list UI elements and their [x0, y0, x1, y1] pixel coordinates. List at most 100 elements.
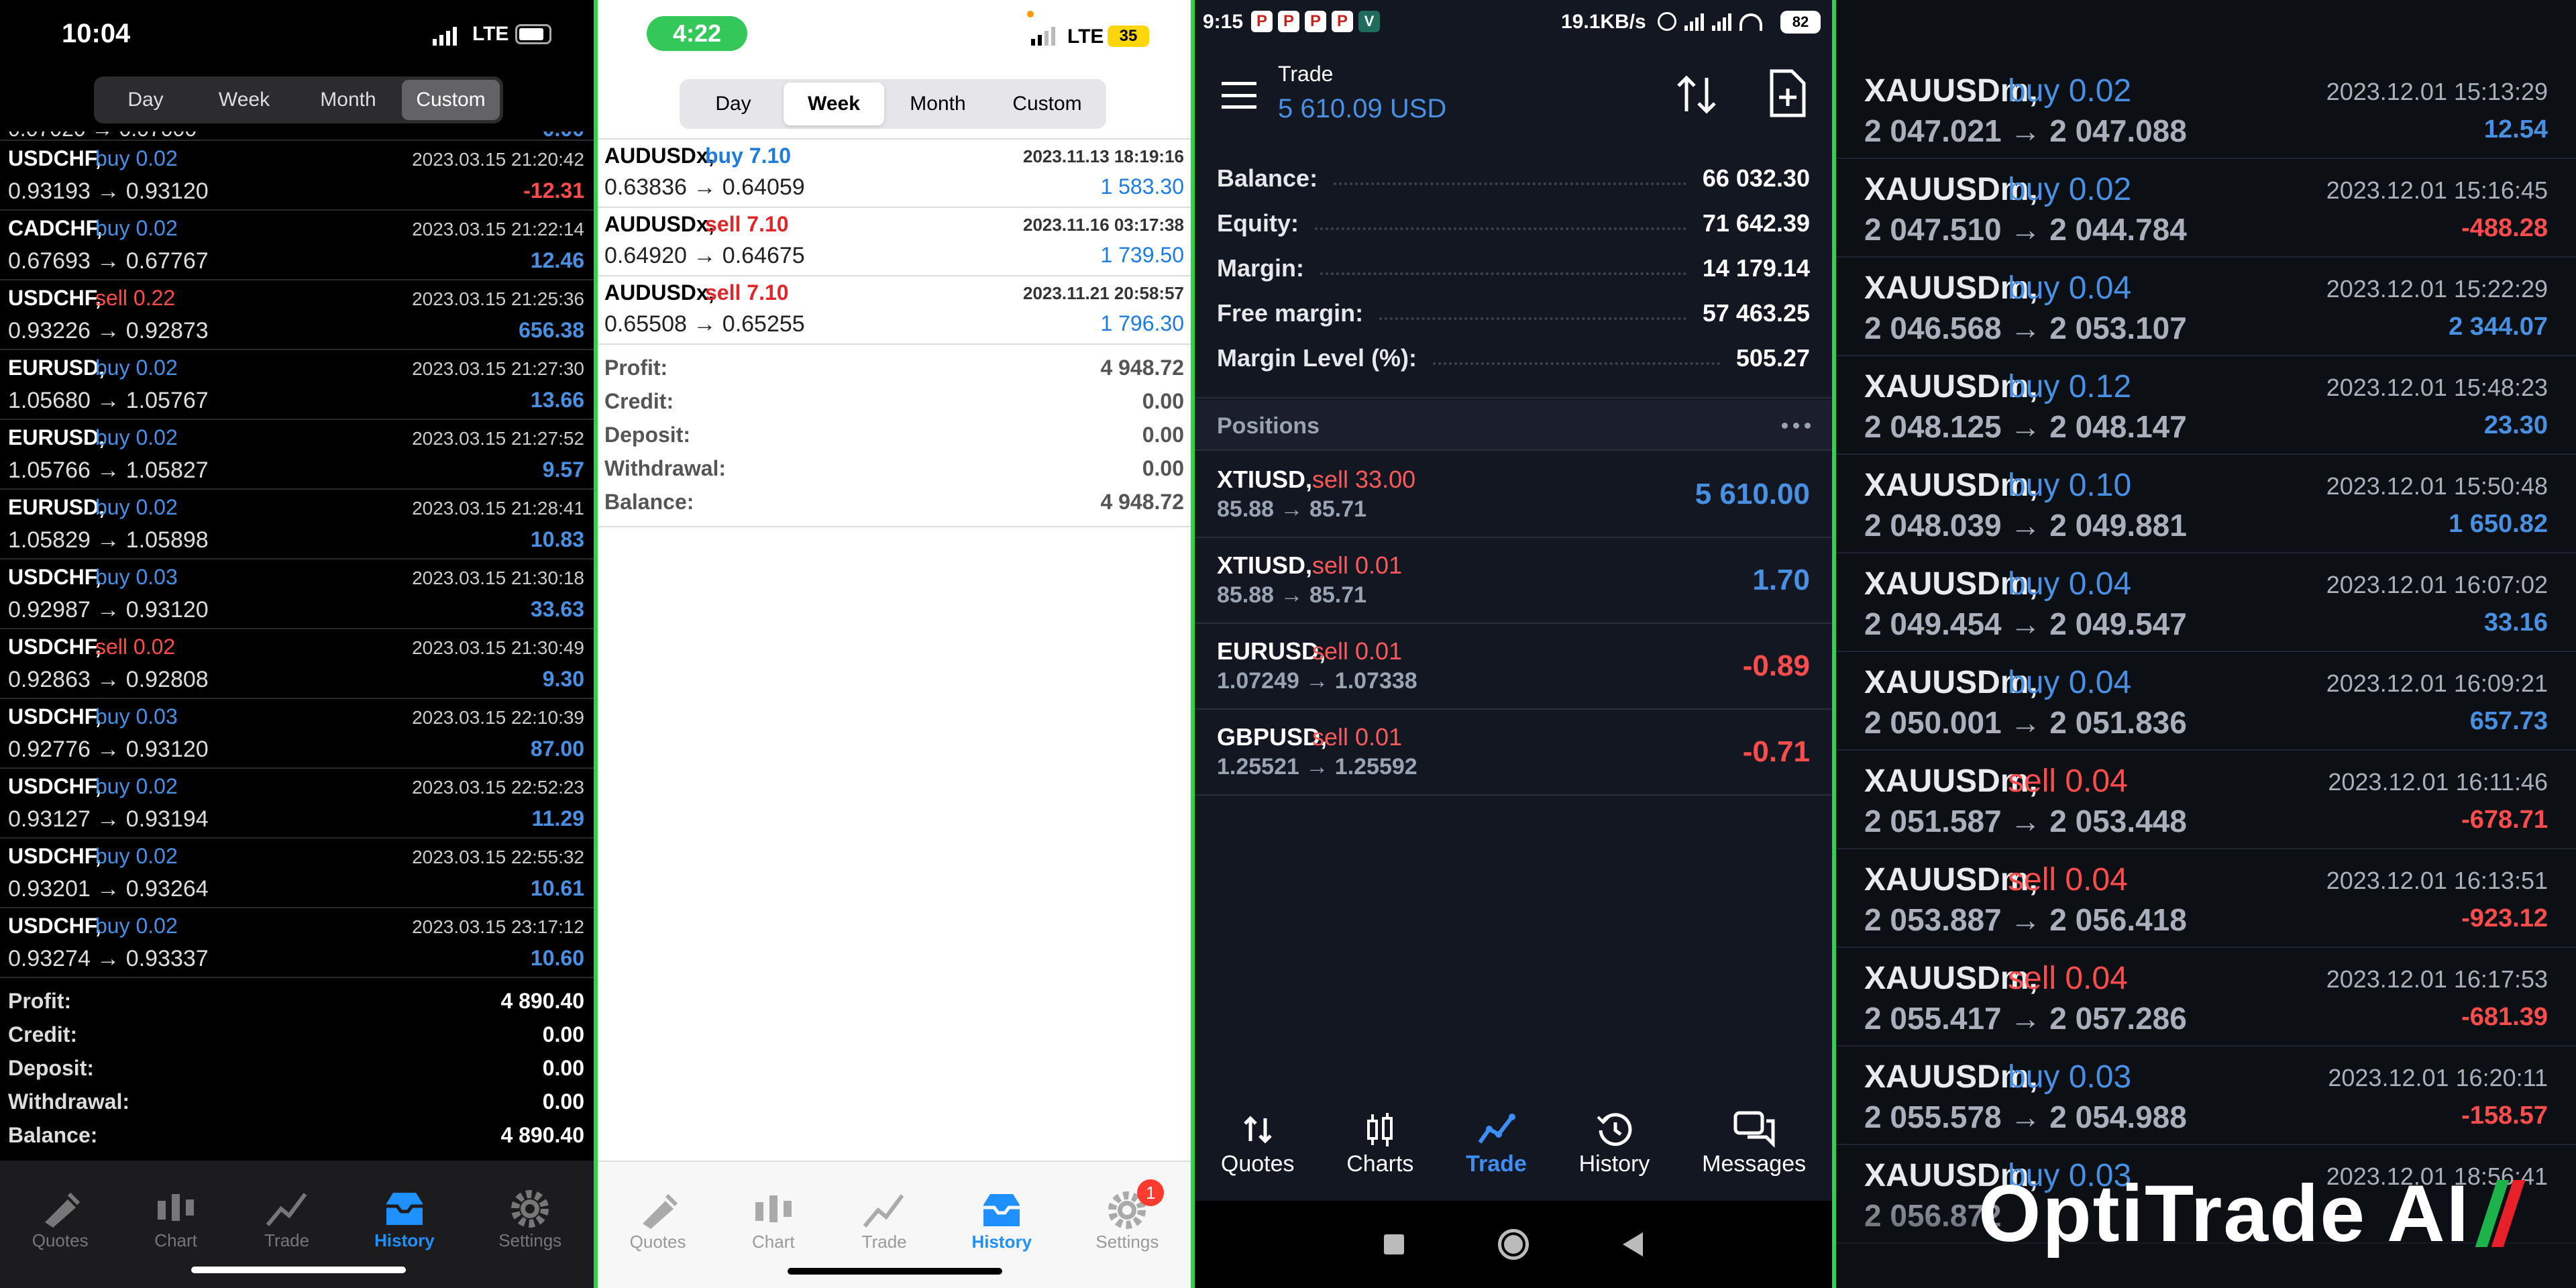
tab-label: Trade: [264, 1230, 310, 1250]
home-button[interactable]: [1498, 1229, 1529, 1260]
bottom-navigation: Quotes Charts Trade History Messages: [1195, 1100, 1832, 1201]
trade-profit: 657.73: [2469, 707, 2548, 735]
segment-month[interactable]: Month: [884, 83, 991, 125]
tab-label: Quotes: [629, 1232, 686, 1252]
trade-row[interactable]: AUDUSDx, sell 7.10 2023.11.21 20:58:57 0.65…: [598, 276, 1191, 345]
tab-messages[interactable]: Messages: [1702, 1108, 1806, 1177]
summary-value: 4 890.40: [500, 1123, 584, 1147]
trade-row[interactable]: USDCHF, buy 0.02 2023.03.15 22:52:23 0.9312…: [0, 769, 594, 839]
trade-row[interactable]: CADCHF, buy 0.02 2023.03.15 21:22:14 0.6769…: [0, 211, 594, 280]
trade-row[interactable]: XAUUSDm, sell 0.04 2023.12.01 16:13:51 2 05…: [1836, 849, 2576, 948]
new-order-icon[interactable]: [1766, 68, 1809, 121]
trade-time: 2023.03.15 23:17:12: [412, 916, 584, 937]
trade-time: 2023.03.15 21:27:52: [412, 428, 584, 449]
position-row[interactable]: GBPUSD, sell 0.01 1.25521 → 1.25592 -0.71: [1195, 710, 1832, 796]
trade-row[interactable]: XAUUSDm, buy 0.04 2023.12.01 16:09:21 2 050…: [1836, 652, 2576, 751]
summary-row: Withdrawal: 0.00: [8, 1084, 584, 1118]
trade-row[interactable]: XAUUSDm, sell 0.04 2023.12.01 16:11:46 2 05…: [1836, 751, 2576, 849]
position-row[interactable]: EURUSD, sell 0.01 1.07249 → 1.07338 -0.89: [1195, 624, 1832, 710]
tab-trade[interactable]: Trade: [264, 1187, 311, 1251]
trade-row[interactable]: EURUSD, buy 0.02 2023.03.15 21:27:52 1.0576…: [0, 420, 594, 490]
trade-time: 2023.11.16 03:17:38: [1023, 215, 1184, 235]
trade-row[interactable]: USDCHF, buy 0.02 2023.03.15 21:20:42 0.9319…: [0, 141, 594, 211]
tab-history[interactable]: History: [1579, 1108, 1650, 1177]
trade-row[interactable]: XAUUSDm, buy 0.02 2023.12.01 15:13:29 2 047…: [1836, 60, 2576, 159]
trade-row[interactable]: AUDUSDx, sell 7.10 2023.11.16 03:17:38 0.64…: [598, 208, 1191, 276]
trade-row[interactable]: USDCHF, buy 0.03 2023.03.15 22:10:39 0.9277…: [0, 699, 594, 769]
tab-quotes[interactable]: Quotes: [630, 1189, 686, 1252]
trade-row[interactable]: XAUUSDm, buy 0.10 2023.12.01 15:50:48 2 048…: [1836, 455, 2576, 553]
trade-time: 2023.03.15 21:27:30: [412, 358, 584, 379]
segment-week[interactable]: Week: [194, 80, 294, 120]
trade-side: sell 0.04: [2008, 961, 2128, 996]
tab-label: Quotes: [1220, 1151, 1295, 1177]
trade-row[interactable]: XAUUSDm, buy 0.12 2023.12.01 15:48:23 2 048…: [1836, 356, 2576, 455]
tab-settings[interactable]: Settings: [498, 1187, 561, 1251]
trade-time: 2023.12.01 15:16:45: [2326, 176, 2548, 204]
position-prices: 1.07249 → 1.07338: [1217, 668, 1417, 694]
trade-prices: 2 047.021 → 2 047.088: [1864, 113, 2187, 148]
summary-value: 0.00: [542, 1022, 584, 1046]
back-button[interactable]: [1623, 1232, 1643, 1256]
trade-row[interactable]: USDCHF, buy 0.02 2023.03.15 23:17:12 0.9327…: [0, 908, 594, 978]
trade-row[interactable]: XAUUSDm, buy 0.04 2023.12.01 16:07:02 2 049…: [1836, 553, 2576, 652]
summary-label: Credit:: [8, 1022, 78, 1046]
tab-charts[interactable]: Charts: [1346, 1108, 1413, 1177]
segment-day[interactable]: Day: [683, 83, 784, 125]
trade-row[interactable]: AUDUSDx, buy 7.10 2023.11.13 18:19:16 0.638…: [598, 140, 1191, 208]
position-row[interactable]: XTIUSD, sell 33.00 85.88 → 85.71 5 610.00: [1195, 452, 1832, 538]
position-profit: -0.71: [1742, 735, 1810, 768]
position-prices: 1.25521 → 1.25592: [1217, 754, 1417, 780]
trade-prices: 0.93127 → 0.93194: [8, 806, 209, 832]
tab-chart[interactable]: Chart: [152, 1187, 199, 1251]
trade-symbol: EURUSD,: [8, 356, 105, 380]
notification-badge: 1: [1137, 1179, 1165, 1206]
trade-row[interactable]: XAUUSDm, sell 0.04 2023.12.01 16:17:53 2 05…: [1836, 948, 2576, 1046]
tab-history[interactable]: History: [374, 1187, 435, 1251]
dotted-leader: [1320, 272, 1686, 275]
trade-profit: 10.60: [530, 946, 584, 970]
trade-row[interactable]: USDCHF, sell 0.02 2023.03.15 21:30:49 0.928…: [0, 629, 594, 699]
net-speed: 19.1KB/s: [1561, 11, 1646, 33]
tab-quotes[interactable]: Quotes: [1221, 1108, 1295, 1177]
divider: [1195, 397, 1832, 398]
account-value: 505.27: [1735, 344, 1810, 372]
tab-trade[interactable]: Trade: [1466, 1108, 1527, 1177]
sort-icon[interactable]: [1673, 71, 1720, 121]
list-item-partial[interactable]: 0.07020 → 0.07000 0.00: [0, 131, 594, 141]
tab-chart[interactable]: Chart: [750, 1189, 797, 1252]
segment-day[interactable]: Day: [97, 80, 194, 120]
trade-side: buy 0.02: [95, 425, 178, 449]
trade-row[interactable]: USDCHF, sell 0.22 2023.03.15 21:25:36 0.932…: [0, 280, 594, 350]
trade-row[interactable]: EURUSD, buy 0.02 2023.03.15 21:27:30 1.0568…: [0, 350, 594, 420]
trade-row[interactable]: XAUUSDm, buy 0.03 2023.12.01 16:20:11 2 055…: [1836, 1046, 2576, 1145]
trade-side: buy 0.04: [2008, 665, 2132, 700]
segment-custom[interactable]: Custom: [991, 83, 1103, 125]
segment-custom[interactable]: Custom: [402, 80, 500, 120]
history-screen-dark: 10:04 LTE Day Week Month Custom 0.07020 …: [0, 0, 594, 1288]
dotted-leader: [1379, 317, 1686, 320]
position-row[interactable]: XTIUSD, sell 0.01 85.88 → 85.71 1.70: [1195, 538, 1832, 624]
trade-list: 0.07020 → 0.07000 0.00 USDCHF,buy 0.0220…: [0, 131, 594, 983]
segment-month[interactable]: Month: [294, 80, 402, 120]
tab-label: History: [1578, 1151, 1650, 1177]
tab-settings[interactable]: Settings 1: [1095, 1179, 1165, 1252]
candlestick-icon: [1356, 1108, 1403, 1151]
trade-row[interactable]: XAUUSDm, buy 0.04 2023.12.01 15:22:29 2 046…: [1836, 258, 2576, 356]
account-row: Equity: 71 642.39: [1217, 203, 1810, 244]
trade-row[interactable]: XAUUSDm, buy 0.02 2023.12.01 15:16:45 2 047…: [1836, 159, 2576, 258]
trade-prices: 0.65508 → 0.65255: [604, 311, 805, 337]
recents-button[interactable]: [1384, 1234, 1404, 1254]
trade-row[interactable]: EURUSD, buy 0.02 2023.03.15 21:28:41 1.0582…: [0, 490, 594, 559]
menu-icon[interactable]: [1222, 82, 1256, 109]
trade-row[interactable]: USDCHF, buy 0.03 2023.03.15 21:30:18 0.9298…: [0, 559, 594, 629]
trade-profit: 656.38: [519, 318, 584, 342]
tab-quotes[interactable]: Quotes: [32, 1187, 89, 1251]
summary-label: Deposit:: [604, 423, 690, 447]
tab-trade[interactable]: Trade: [861, 1189, 908, 1252]
summary-label: Balance:: [8, 1123, 98, 1147]
segment-week[interactable]: Week: [784, 83, 884, 125]
more-icon[interactable]: [1782, 423, 1811, 429]
tab-history[interactable]: History: [971, 1189, 1032, 1252]
trade-row[interactable]: USDCHF, buy 0.02 2023.03.15 22:55:32 0.9320…: [0, 839, 594, 908]
